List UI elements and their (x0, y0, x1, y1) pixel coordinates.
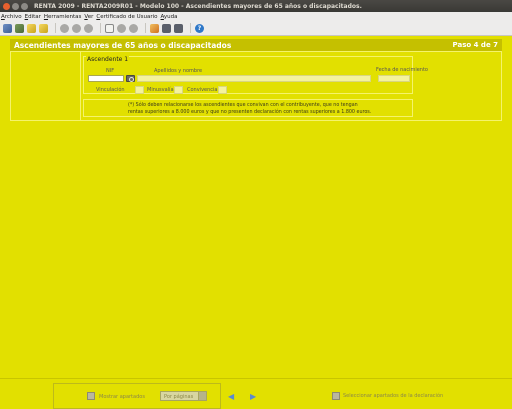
disk-icon[interactable] (39, 23, 48, 33)
minusvalia-input[interactable] (174, 86, 183, 94)
maximize-window-button[interactable] (21, 2, 28, 10)
menu-certificado[interactable]: Certificado de Usuario (96, 14, 157, 20)
toolbar-separator (100, 23, 101, 33)
search-icon[interactable] (126, 75, 135, 82)
section-header: Ascendientes mayores de 65 años o discap… (10, 39, 502, 51)
fecha-input[interactable] (378, 75, 410, 82)
chevron-down-icon (198, 392, 206, 400)
vinculacion-input[interactable] (135, 86, 144, 94)
toolbar-separator (55, 23, 56, 33)
apellidos-label: Apellidos y nombre (154, 68, 203, 74)
fieldset-legend: Ascendente 1 (86, 56, 130, 63)
circle-icon[interactable] (129, 23, 138, 33)
convivencia-input[interactable] (218, 86, 227, 94)
title-bar: RENTA 2009 - RENTA2009R01 - Modelo 100 -… (0, 0, 512, 12)
convivencia-label: Convivencia (187, 87, 218, 93)
next-arrow-icon[interactable]: ▶ (250, 392, 256, 401)
step-indicator: Paso 4 de 7 (452, 41, 498, 49)
menu-ayuda[interactable]: Ayuda (161, 14, 178, 20)
nif-label: NIF (106, 68, 115, 74)
calendar-icon[interactable] (174, 23, 183, 33)
toolbar: ? (0, 21, 512, 36)
calendar-icon[interactable] (162, 23, 171, 33)
window-controls (3, 2, 28, 10)
seleccionar-checkbox[interactable] (332, 392, 340, 400)
toolbar-separator (145, 23, 146, 33)
menu-bar: Archivo Editar Herramientas Ver Certific… (0, 12, 512, 21)
panel-left-column (11, 52, 81, 120)
paginas-select-value: Por páginas (164, 394, 194, 400)
bottom-bar: Mostrar apartados Por páginas ◀ ▶ Selecc… (0, 378, 512, 409)
paginas-select[interactable]: Por páginas (160, 391, 207, 401)
form-panel: Ascendente 1 NIF Apellidos y nombre Fech… (10, 51, 502, 121)
fecha-label: Fecha de nacimiento (376, 67, 428, 73)
menu-archivo[interactable]: Archivo (1, 14, 22, 20)
circle-icon[interactable] (117, 23, 126, 33)
note-line-1: (*) Sólo deben relacionarse los ascendie… (128, 103, 358, 108)
mostrar-checkbox[interactable] (87, 392, 95, 400)
seleccionar-label: Seleccionar apartados de la declaración (343, 393, 444, 399)
circle-icon[interactable] (60, 23, 69, 33)
close-window-button[interactable] (3, 2, 10, 10)
toolbar-separator (190, 23, 191, 33)
window-title: RENTA 2009 - RENTA2009R01 - Modelo 100 -… (34, 2, 362, 10)
menu-editar[interactable]: Editar (25, 14, 41, 20)
mostrar-label: Mostrar apartados (99, 394, 145, 400)
ascendente-fieldset: Ascendente 1 NIF Apellidos y nombre Fech… (83, 56, 428, 94)
note-icon[interactable] (150, 23, 159, 33)
note-box: (*) Sólo deben relacionarse los ascendie… (83, 99, 413, 117)
vinculacion-label: Vinculación (96, 87, 125, 93)
save-icon[interactable] (27, 23, 36, 33)
help-icon[interactable]: ? (195, 23, 204, 33)
mostrar-group: Mostrar apartados Por páginas (53, 383, 221, 409)
menu-ver[interactable]: Ver (84, 14, 93, 20)
open-icon[interactable] (3, 23, 12, 33)
edit-icon[interactable] (15, 23, 24, 33)
menu-herramientas[interactable]: Herramientas (44, 14, 81, 20)
minusvalia-label: Minusvalía (147, 87, 174, 93)
nif-input[interactable] (88, 75, 124, 82)
circle-icon[interactable] (72, 23, 81, 33)
page-title: Ascendientes mayores de 65 años o discap… (14, 40, 232, 50)
prev-arrow-icon[interactable]: ◀ (228, 392, 234, 401)
main-content: Ascendientes mayores de 65 años o discap… (0, 36, 512, 378)
minimize-window-button[interactable] (12, 2, 19, 10)
circle-icon[interactable] (84, 23, 93, 33)
note-line-2: rentas superiores a 8.000 euros y que no… (128, 110, 372, 115)
apellidos-input[interactable] (137, 75, 371, 82)
doc-icon[interactable] (105, 23, 114, 33)
